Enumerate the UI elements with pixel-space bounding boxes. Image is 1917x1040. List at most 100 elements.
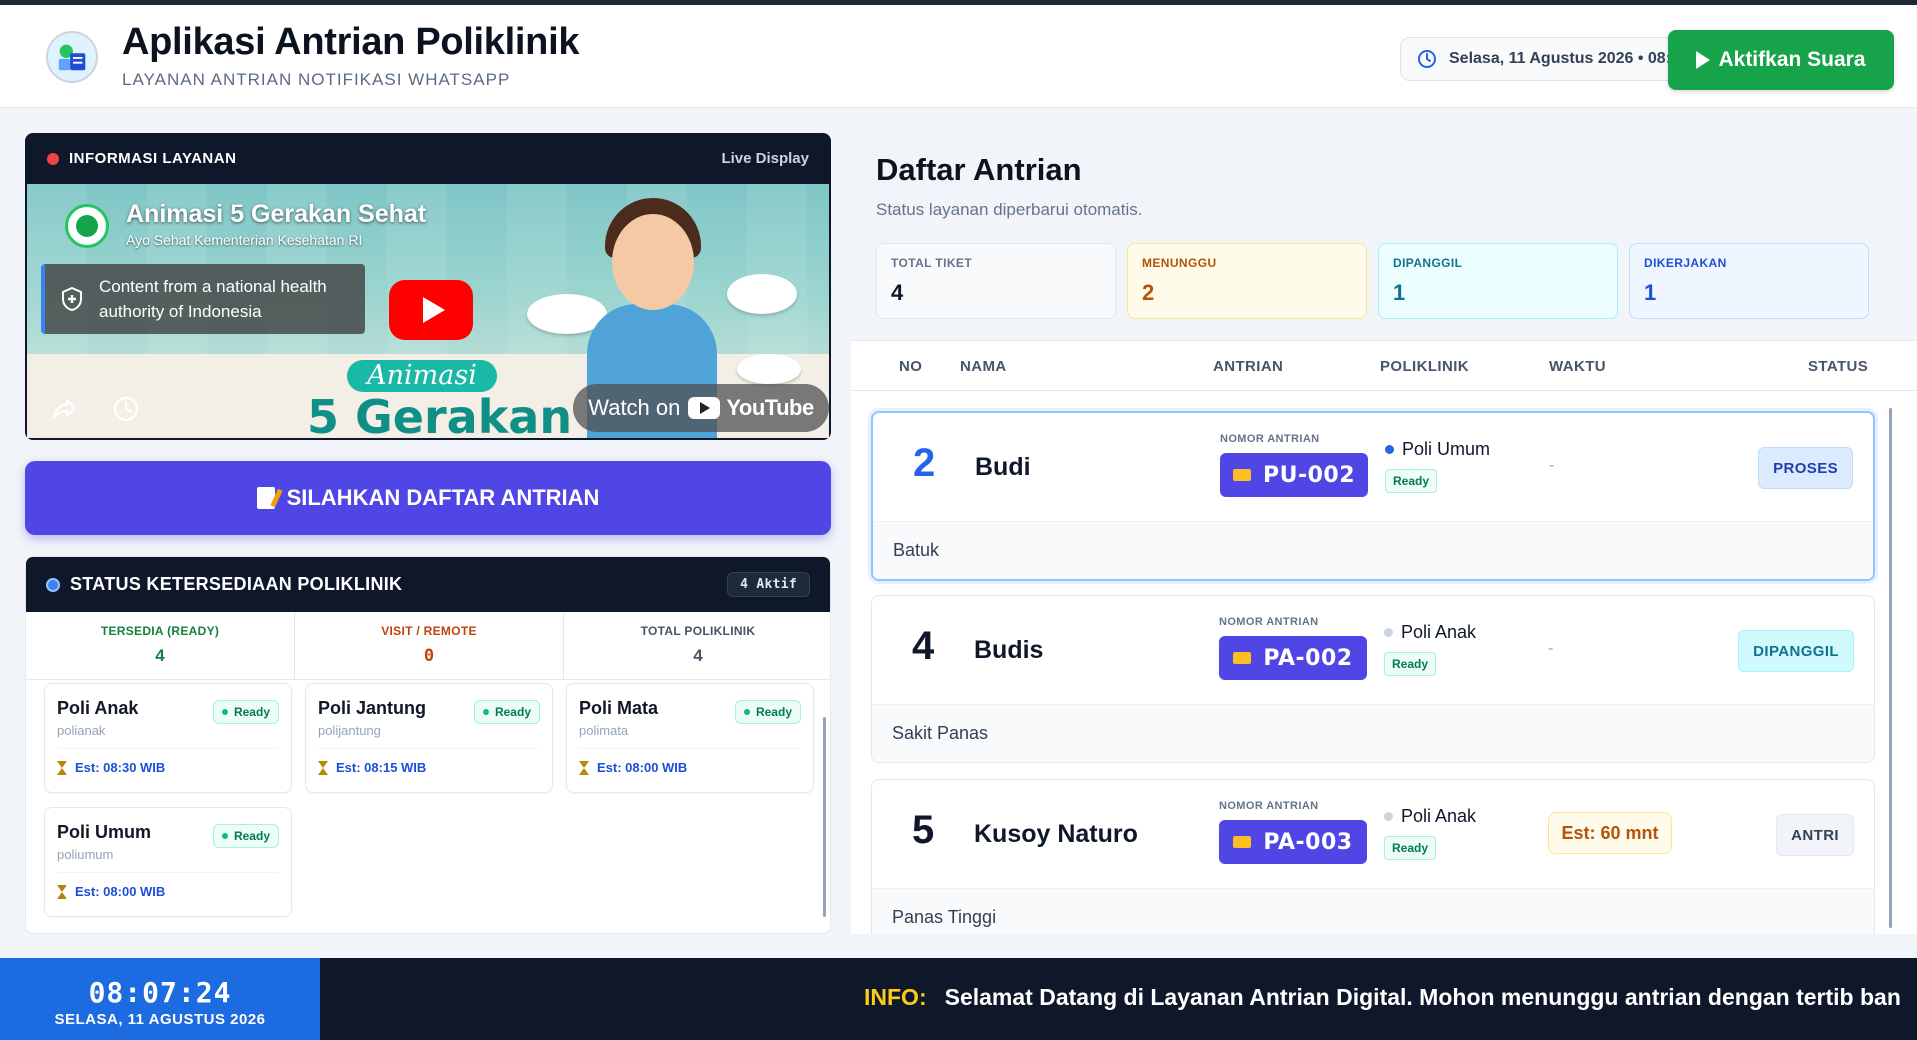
footer-bar: 08:07:24 SELASA, 11 AGUSTUS 2026 INFO: Se… — [0, 958, 1917, 1040]
stat-total-poli: TOTAL POLIKLINIK 4 — [564, 612, 830, 679]
health-shield-icon — [62, 286, 82, 312]
wait-time: - — [1548, 640, 1554, 657]
column-header-waktu: WAKTU — [1549, 358, 1606, 375]
column-header-poliklinik: POLIKLINIK — [1380, 358, 1469, 375]
stat-in-progress: DIKERJAKAN 1 — [1629, 243, 1869, 319]
clinic-logo-icon — [58, 44, 86, 71]
queue-table-header: NO NAMA ANTRIAN POLIKLINIK WAKTU STATUS — [851, 341, 1917, 391]
app-title: Aplikasi Antrian Poliklinik — [122, 21, 580, 63]
poli-estimate: Est: 08:00 WIB — [579, 760, 687, 775]
status-badge: PROSES — [1758, 447, 1853, 489]
stat-label: DIPANGGIL — [1393, 256, 1463, 270]
queue-row[interactable]: 4 Budis NOMOR ANTRIAN PA-002 Poli Anak R… — [871, 595, 1875, 763]
clock-date: SELASA, 11 AGUSTUS 2026 — [54, 1011, 266, 1028]
poli-slug: poliumum — [57, 847, 114, 862]
date-display: Selasa, 11 Agustus 2026 • 08:07 — [1400, 37, 1680, 81]
poli-name: Poli Anak — [1384, 806, 1476, 827]
poli-estimate-text: Est: 08:00 WIB — [597, 760, 688, 775]
divider — [57, 872, 279, 873]
poli-ready-badge: Ready — [473, 700, 540, 724]
youtube-play-button[interactable] — [389, 280, 473, 340]
memo-icon — [256, 487, 275, 509]
active-count-badge: 4 Aktif — [727, 572, 810, 597]
video-title[interactable]: Animasi 5 Gerakan Sehat — [126, 200, 426, 229]
poli-slug: polijantung — [318, 723, 381, 738]
video-overlay-gerakan: 5 Gerakan — [307, 390, 573, 438]
stat-label: MENUNGGU — [1142, 256, 1217, 270]
activate-sound-button[interactable]: Aktifkan Suara — [1668, 30, 1894, 90]
column-header-status: STATUS — [1808, 358, 1869, 375]
queue-scrollbar[interactable] — [1889, 408, 1892, 928]
poli-card[interactable]: Poli Anak polianak Ready Est: 08:30 WIB — [44, 683, 292, 793]
poli-ready-badge: Ready — [734, 700, 801, 724]
clock-icon — [1418, 50, 1436, 68]
queue-row[interactable]: 5 Kusoy Naturo NOMOR ANTRIAN PA-003 Poli… — [871, 779, 1875, 934]
info-panel: INFORMASI LAYANAN Live Display Animasi 5… — [25, 133, 831, 440]
poli-summary-stats: TERSEDIA (READY) 4 VISIT / REMOTE 0 TOTA… — [26, 612, 830, 680]
watch-on-youtube-button[interactable]: Watch on YouTube — [573, 384, 829, 432]
poli-ready-badge: Ready — [1384, 652, 1437, 676]
info-panel-title: INFORMASI LAYANAN — [69, 150, 237, 167]
ticket-label: NOMOR ANTRIAN — [1219, 616, 1319, 628]
stat-visit-remote: VISIT / REMOTE 0 — [295, 612, 564, 679]
watch-later-icon[interactable] — [111, 394, 141, 424]
play-icon — [1696, 51, 1711, 69]
poli-card[interactable]: Poli Mata polimata Ready Est: 08:00 WIB — [566, 683, 814, 793]
poli-status-panel: STATUS KETERSEDIAAN POLIKLINIK 4 Aktif T… — [25, 556, 831, 934]
health-authority-notice[interactable]: Content from a national health authority… — [41, 264, 365, 334]
share-icon[interactable] — [49, 394, 79, 424]
footer-clock: 08:07:24 SELASA, 11 AGUSTUS 2026 — [0, 958, 320, 1040]
status-dot-icon — [46, 577, 60, 592]
stat-label: TOTAL TIKET — [891, 256, 973, 270]
ticket-label: NOMOR ANTRIAN — [1220, 433, 1320, 445]
stat-label: TERSEDIA (READY) — [100, 624, 220, 638]
stat-total-ticket: TOTAL TIKET 4 — [876, 243, 1116, 319]
character-head-illustration — [612, 214, 694, 310]
ticket-icon — [1233, 652, 1252, 664]
youtube-logo-icon — [688, 397, 721, 419]
complaint-note: Panas Tinggi — [872, 888, 1874, 934]
watch-on-label: Watch on — [588, 395, 681, 420]
info-ticker: INFO: Selamat Datang di Layanan Antrian D… — [864, 984, 1900, 1016]
date-text: Selasa, 11 Agustus 2026 • 08:07 — [1449, 50, 1680, 67]
patient-name: Kusoy Naturo — [974, 820, 1138, 848]
poli-card[interactable]: Poli Umum poliumum Ready Est: 08:00 WIB — [44, 807, 292, 917]
queue-row[interactable]: 2 Budi NOMOR ANTRIAN PU-002 Poli Umum Re… — [871, 411, 1875, 581]
video-player[interactable]: Animasi 5 Gerakan Sehat Ayo Sehat Kement… — [27, 184, 829, 438]
patient-name: Budi — [975, 453, 1031, 481]
channel-logo[interactable] — [65, 204, 109, 248]
stat-called: DIPANGGIL 1 — [1378, 243, 1618, 319]
ticket-icon — [1233, 836, 1252, 848]
column-header-no: NO — [899, 358, 923, 375]
queue-list-panel: NO NAMA ANTRIAN POLIKLINIK WAKTU STATUS … — [851, 340, 1917, 934]
divider — [318, 748, 540, 749]
poli-estimate: Est: 08:00 WIB — [57, 884, 165, 899]
complaint-note: Batuk — [873, 521, 1873, 579]
stat-value: 4 — [155, 646, 165, 665]
poli-estimate-text: Est: 08:30 WIB — [75, 760, 166, 775]
stat-label: TOTAL POLIKLINIK — [640, 624, 756, 638]
ticket-icon — [1232, 469, 1251, 481]
stat-value: 1 — [1644, 280, 1657, 305]
stat-label: DIKERJAKAN — [1644, 256, 1727, 270]
poli-status-header: STATUS KETERSEDIAAN POLIKLINIK 4 Aktif — [26, 557, 830, 612]
youtube-label: YouTube — [726, 395, 814, 420]
app-header: Aplikasi Antrian Poliklinik LAYANAN ANTR… — [0, 5, 1917, 108]
poli-name: Poli Anak — [57, 698, 139, 718]
ticker-text: Selamat Datang di Layanan Antrian Digita… — [944, 984, 1900, 1010]
poli-estimate: Est: 08:15 WIB — [318, 760, 426, 775]
ticket-text: PA-003 — [1263, 829, 1353, 855]
poli-name: Poli Umum — [1385, 439, 1490, 460]
stat-value: 4 — [693, 646, 703, 665]
stat-ready: TERSEDIA (READY) 4 — [26, 612, 295, 679]
hourglass-icon — [318, 760, 328, 775]
queue-number: 5 — [912, 808, 935, 852]
register-queue-button[interactable]: SILAHKAN DAFTAR ANTRIAN — [25, 461, 831, 535]
status-badge: DIPANGGIL — [1738, 630, 1854, 672]
poli-card[interactable]: Poli Jantung polijantung Ready Est: 08:1… — [305, 683, 553, 793]
poli-estimate-text: Est: 08:00 WIB — [75, 884, 166, 899]
poli-ready-badge: Ready — [1385, 469, 1438, 493]
activate-sound-label: Aktifkan Suara — [1718, 48, 1866, 71]
info-panel-header: INFORMASI LAYANAN Live Display — [25, 133, 831, 184]
poli-scrollbar[interactable] — [823, 717, 826, 917]
